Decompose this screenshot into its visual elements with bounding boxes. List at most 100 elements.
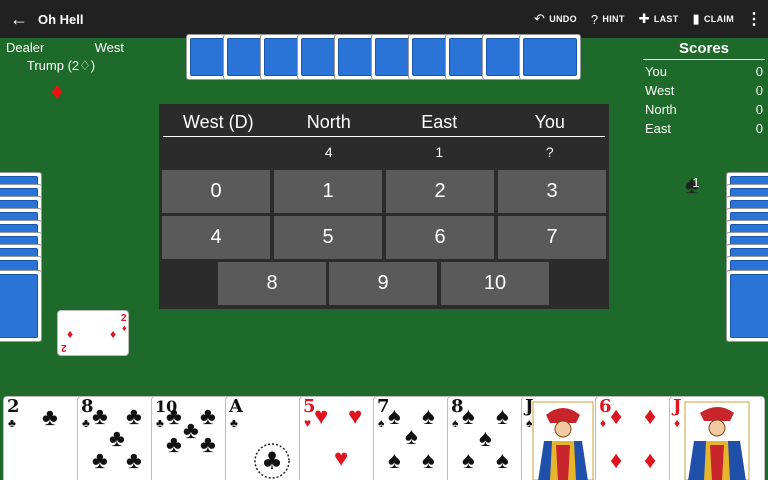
card-suit: ♦	[600, 416, 607, 430]
club-icon: ♣	[183, 417, 199, 444]
claim-label: CLAIM	[704, 14, 734, 24]
bid-header-north: North	[306, 111, 351, 132]
card-back	[519, 34, 581, 80]
undo-icon: ↶	[533, 11, 546, 26]
bid-button-6[interactable]: 6	[386, 216, 494, 259]
score-value: 0	[755, 121, 763, 136]
bid-value-east: 1	[435, 144, 444, 160]
club-icon: ♣	[42, 404, 58, 431]
scores-panel: Scores You 0 West 0 North 0 East 0	[643, 40, 765, 136]
hint-button[interactable]: ? HINT	[591, 12, 625, 27]
score-row: You 0	[643, 64, 765, 79]
hint-label: HINT	[602, 14, 625, 24]
undo-button[interactable]: ↶ UNDO	[534, 11, 577, 27]
club-icon: ♣	[109, 425, 125, 452]
last-button[interactable]: ✚ LAST	[639, 11, 679, 27]
east-tricks-count: 1	[692, 175, 700, 190]
bid-value-you: ?	[545, 144, 554, 160]
svg-text:♣: ♣	[261, 447, 283, 475]
trump-diamond-icon: ♦	[51, 78, 64, 105]
east-tricks-badge: ♠ 1	[685, 169, 707, 199]
spade-icon: ♠	[479, 425, 492, 452]
bid-header-east: East	[421, 111, 458, 132]
bid-button-9[interactable]: 9	[329, 262, 437, 305]
card-suit: ♥	[304, 416, 312, 430]
club-icon: ♣	[92, 447, 108, 474]
trump-card-suit: ♦	[122, 323, 127, 333]
more-vert-icon: ⋮	[746, 11, 762, 28]
bid-button-4[interactable]: 4	[162, 216, 270, 259]
last-trick-icon: ✚	[638, 11, 650, 26]
diamond-icon: ♦	[110, 327, 117, 341]
score-player: You	[645, 64, 667, 79]
claim-button[interactable]: ▮ CLAIM	[693, 11, 734, 27]
card-suit: ♠	[378, 416, 385, 430]
spade-icon: ♠	[388, 403, 401, 430]
spade-icon: ♠	[462, 403, 475, 430]
bid-button-2[interactable]: 2	[386, 170, 494, 213]
heart-icon: ♥	[334, 445, 349, 472]
hand-card-jack-diamonds[interactable]: J ♦	[669, 396, 765, 480]
bid-button-5[interactable]: 5	[274, 216, 382, 259]
bid-button-8[interactable]: 8	[218, 262, 326, 305]
card-suit: ♣	[156, 416, 164, 430]
card-back	[726, 270, 768, 342]
bid-header-you: You	[534, 111, 565, 132]
bid-value-north: 4	[324, 144, 333, 160]
action-bar: ↶ UNDO ? HINT ✚ LAST ▮ CLAIM ⋮	[520, 0, 768, 38]
club-icon: ♣	[166, 403, 182, 430]
app-bar: ← Oh Hell ↶ UNDO ? HINT ✚ LAST ▮ CLAIM ⋮	[0, 0, 768, 38]
bid-button-0[interactable]: 0	[162, 170, 270, 213]
bid-button-3[interactable]: 3	[498, 170, 606, 213]
jack-figure-icon	[684, 401, 750, 480]
score-player: West	[645, 83, 675, 98]
jack-figure-icon	[532, 401, 594, 480]
card-suit: ♠	[452, 416, 459, 430]
claim-icon: ▮	[692, 11, 700, 26]
bid-button-10[interactable]: 10	[441, 262, 549, 305]
club-icon: ♣	[126, 403, 142, 430]
card-rank: 2	[7, 396, 20, 417]
card-suit: ♣	[8, 416, 16, 430]
heart-icon: ♥	[348, 403, 363, 430]
bid-header-west: West (D)	[182, 111, 254, 132]
dealer-name: West	[94, 40, 124, 55]
card-suit: ♦	[674, 416, 681, 430]
score-row: North 0	[643, 102, 765, 117]
app-title: Oh Hell	[38, 11, 84, 27]
dealer-label: Dealer	[6, 40, 45, 55]
diamond-icon: ♦	[644, 447, 657, 474]
diamond-icon: ♦	[610, 403, 623, 430]
club-icon: ♣	[166, 431, 182, 458]
diamond-icon: ♦	[610, 447, 623, 474]
spade-icon: ♠	[462, 447, 475, 474]
spade-icon: ♠	[388, 447, 401, 474]
help-icon: ?	[590, 11, 599, 27]
bid-button-1[interactable]: 1	[274, 170, 382, 213]
arrow-left-icon: ←	[10, 8, 28, 29]
score-value: 0	[755, 64, 763, 79]
bid-button-7[interactable]: 7	[498, 216, 606, 259]
diamond-icon: ♦	[67, 327, 74, 341]
score-value: 0	[755, 102, 763, 117]
score-value: 0	[755, 83, 763, 98]
dealer-info: Dealer West Trump (2♢)	[0, 40, 130, 74]
bid-values-row: 4 1 ?	[163, 137, 605, 167]
more-button[interactable]: ⋮	[746, 9, 762, 29]
spade-icon: ♠	[496, 403, 509, 430]
card-suit: ♣	[230, 416, 238, 430]
back-button[interactable]: ←	[0, 0, 38, 38]
score-player: North	[645, 102, 677, 117]
undo-label: UNDO	[549, 14, 577, 24]
score-row: West 0	[643, 83, 765, 98]
bid-header-row: West (D) North East You	[163, 108, 605, 137]
trump-label: Trump (2♢)	[26, 58, 96, 73]
score-player: East	[645, 121, 672, 136]
club-icon: ♣	[200, 431, 216, 458]
card-back	[0, 270, 42, 342]
spade-icon: ♠	[422, 403, 435, 430]
trump-card-rank-inverted: 2	[61, 342, 67, 353]
bid-panel: West (D) North East You 4 1 ? 0 1 2 3 4 …	[159, 104, 609, 309]
diamond-icon: ♦	[644, 403, 657, 430]
spade-icon: ♠	[405, 423, 418, 450]
